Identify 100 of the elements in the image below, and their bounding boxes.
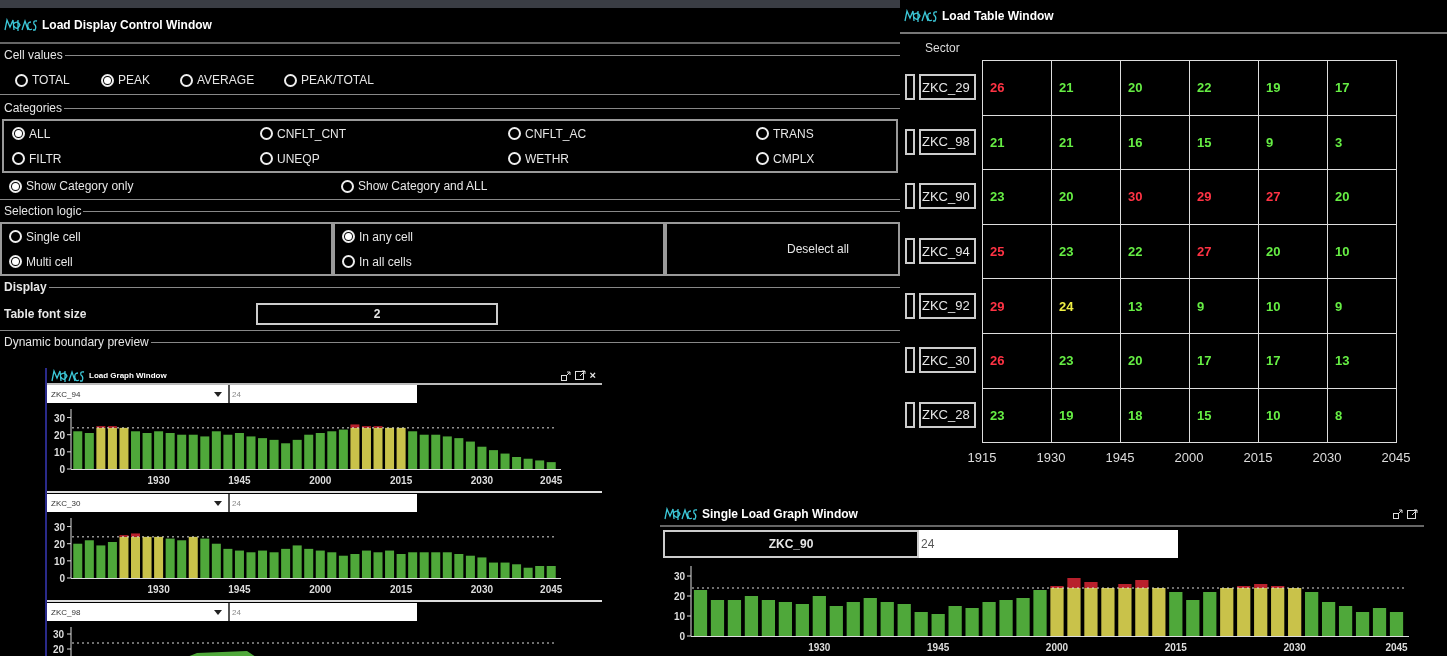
tick-label: 2045 [1385, 642, 1408, 653]
chart-bar [546, 566, 556, 578]
radio-button[interactable]: CNFLT_CNT [260, 126, 347, 141]
logo-icon [664, 507, 698, 521]
tick-label: 30 [53, 521, 65, 533]
y-axis [66, 408, 72, 470]
restore-icon[interactable] [560, 370, 571, 381]
checkbox[interactable] [905, 128, 915, 155]
sector-dropdown[interactable]: ZKC_30 [47, 494, 230, 512]
chart-bar [119, 427, 129, 469]
radio-button[interactable]: CMPLX [756, 151, 815, 166]
table-cell[interactable]: 17 [1327, 60, 1397, 116]
radio-button[interactable]: TOTAL [15, 73, 70, 87]
chart-bar [338, 429, 348, 469]
chart-bar [269, 439, 279, 469]
threshold-field[interactable]: 24 [230, 494, 417, 512]
chart-bar [431, 552, 441, 578]
chart-bar [489, 450, 498, 469]
tick-label: 2030 [470, 584, 494, 595]
chart-bar [500, 562, 510, 578]
chart-bar [965, 608, 979, 636]
checkbox[interactable] [905, 74, 915, 101]
radio-button[interactable]: Show Category and ALL [341, 179, 488, 193]
time-label: 1930 [1035, 450, 1067, 466]
sector-dropdown[interactable]: ZKC_98 [47, 603, 230, 621]
chart-bar [177, 434, 187, 469]
threshold-field[interactable]: 24 [919, 530, 1178, 558]
input-field[interactable]: 2 [256, 303, 498, 325]
caret-icon [214, 391, 222, 397]
chart-bar [281, 548, 291, 578]
chart-bar [761, 600, 775, 636]
table-cell[interactable]: 26 [982, 60, 1052, 116]
radio-button[interactable]: ALL [12, 126, 51, 141]
chart-bar [223, 434, 233, 469]
checkbox[interactable] [905, 292, 915, 319]
chart-bar [897, 604, 911, 636]
chart-bar [512, 457, 522, 469]
chart-bar [500, 453, 510, 469]
chart-bar [304, 434, 314, 469]
chart-bar [73, 431, 83, 469]
tick-label: 20 [53, 429, 65, 441]
radio-button[interactable]: PEAK [101, 73, 150, 87]
sector-label[interactable]: ZKC_30 [919, 347, 976, 374]
chart-bar [258, 550, 268, 578]
time-label: 1945 [1104, 450, 1136, 466]
radio-button[interactable]: PEAK/TOTAL [284, 73, 374, 87]
deselect-button[interactable]: Deselect all [665, 222, 900, 276]
radio-button[interactable]: Single cell [9, 229, 81, 244]
sector-label[interactable]: ZKC_94 [919, 238, 976, 265]
radio-button[interactable]: Show Category only [9, 179, 134, 193]
sector-dropdown[interactable]: ZKC_94 [47, 385, 230, 403]
radio-button[interactable]: CNFLT_AC [508, 126, 587, 141]
chart-bar [350, 554, 360, 578]
chart-bar [1186, 600, 1200, 636]
chart-bar [931, 614, 945, 636]
radio-button[interactable]: WETHR [508, 151, 569, 166]
radio-button[interactable]: TRANS [756, 126, 814, 141]
chart-bar [1101, 588, 1115, 636]
window-title: Load Graph Window [89, 371, 167, 380]
checkbox[interactable] [905, 183, 915, 210]
checkbox[interactable] [905, 238, 915, 265]
sector-label[interactable]: ZKC_29 [919, 74, 976, 101]
restore-icon[interactable] [1393, 509, 1403, 519]
radio-button[interactable]: In any cell [342, 229, 414, 244]
field-label: Table font size [3, 307, 88, 321]
chart-bar [177, 540, 187, 578]
sector-label[interactable]: ZKC_92 [919, 292, 976, 319]
sector-label[interactable]: ZKC_90 [919, 183, 976, 210]
table-cell[interactable]: 8 [1327, 387, 1397, 444]
chart-bar [442, 436, 452, 469]
chart-bar [465, 441, 475, 469]
maximize-icon[interactable] [1407, 508, 1418, 520]
chart-bar [292, 439, 302, 469]
chart-bar [188, 536, 198, 578]
caret-icon [214, 609, 222, 615]
tick-label: 30 [673, 571, 685, 582]
window-title: Load Display Control Window [42, 18, 212, 32]
radio-button[interactable]: In all cells [342, 254, 412, 269]
chart-bar [315, 550, 325, 578]
checkbox[interactable] [905, 347, 915, 374]
threshold-field[interactable]: 24 [230, 603, 417, 621]
threshold-field[interactable]: 24 [230, 385, 417, 403]
checkbox[interactable] [905, 401, 915, 428]
sector-label[interactable]: ZKC_98 [919, 128, 976, 155]
radio-button[interactable]: Multi cell [9, 254, 73, 269]
table-cell[interactable]: 23 [982, 387, 1052, 444]
close-button[interactable]: × [589, 370, 596, 381]
radio-button[interactable]: AVERAGE [180, 73, 255, 87]
sector-label[interactable]: ZKC_28 [919, 401, 976, 428]
tick-label: 2015 [390, 475, 413, 486]
chart-bar [200, 538, 210, 578]
chart-bar [1338, 606, 1353, 636]
radio-button[interactable]: UNEQP [260, 151, 320, 166]
chart-bar [200, 436, 210, 469]
logo-icon [4, 18, 38, 32]
maximize-icon[interactable] [574, 370, 586, 381]
section-label: Dynamic boundary preview [3, 335, 150, 349]
radio-button[interactable]: FILTR [12, 151, 62, 166]
chart-bar [154, 431, 164, 469]
chart-bar [304, 548, 314, 578]
